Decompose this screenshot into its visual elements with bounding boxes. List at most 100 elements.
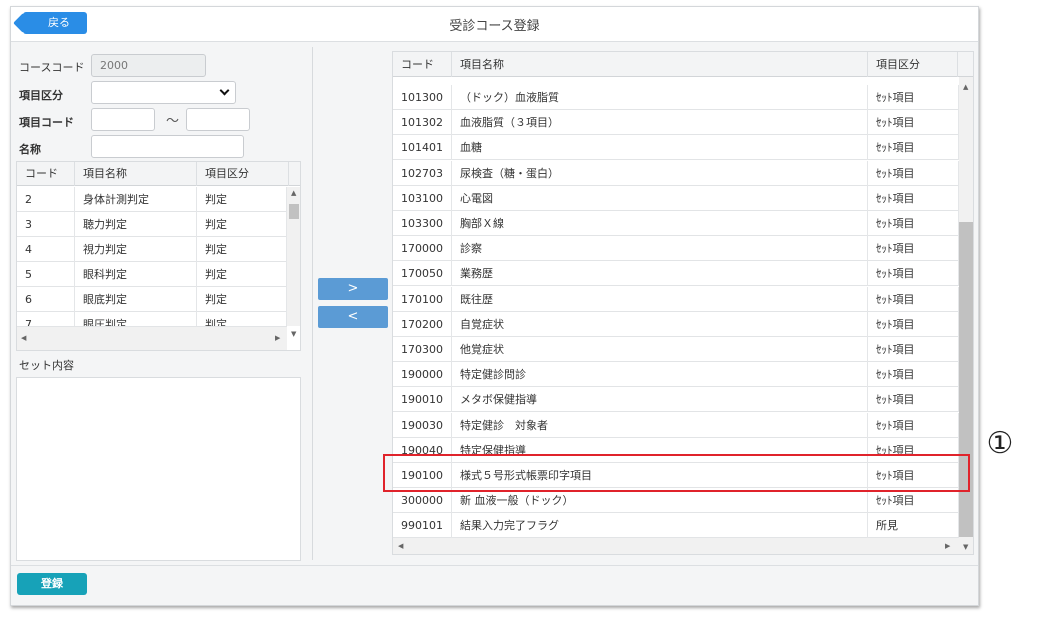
cell-code: 6: [17, 287, 75, 312]
range-separator: ～: [166, 114, 180, 129]
cell-name: （ドック）血液脂質: [452, 85, 868, 110]
annotation-highlight-box: [383, 454, 970, 492]
item-code-to-input[interactable]: [186, 108, 250, 131]
right-col-category[interactable]: 項目区分: [868, 52, 958, 77]
table-row[interactable]: 101401 血糖 ｾｯﾄ項目: [393, 135, 959, 161]
course-code-field: 2000: [91, 54, 206, 77]
cell-code: 7: [17, 312, 75, 326]
course-code-row: コースコード 2000: [16, 54, 306, 78]
table-row[interactable]: 3 聴力判定 判定: [17, 212, 287, 237]
table-row[interactable]: 101300 （ドック）血液脂質 ｾｯﾄ項目: [393, 85, 959, 110]
scroll-down-icon[interactable]: ▼: [291, 330, 296, 338]
cell-name: 尿検査（糖・蛋白）: [452, 160, 868, 186]
category-row: 項目区分: [16, 81, 306, 105]
table-row[interactable]: 101302 血液脂質（３項目） ｾｯﾄ項目: [393, 110, 959, 136]
cell-category: ｾｯﾄ項目: [868, 261, 959, 287]
table-row[interactable]: 6 眼底判定 判定: [17, 287, 287, 312]
cell-code: 101300: [393, 85, 452, 110]
right-col-code[interactable]: コード: [393, 52, 452, 77]
cell-name: 血糖: [452, 135, 868, 161]
table-row[interactable]: 170100 既往歴 ｾｯﾄ項目: [393, 286, 959, 312]
name-input[interactable]: [91, 135, 244, 158]
remove-item-button[interactable]: <: [318, 306, 388, 328]
item-code-label: 項目コード: [19, 116, 74, 129]
cell-code: 101401: [393, 135, 452, 161]
cell-category: ｾｯﾄ項目: [868, 211, 959, 236]
table-row[interactable]: 2 身体計測判定 判定: [17, 187, 287, 212]
left-col-category[interactable]: 項目区分: [197, 162, 289, 186]
register-button[interactable]: 登録: [17, 573, 87, 595]
cell-name: 心電図: [452, 185, 868, 211]
header: 戻る 受診コース登録: [11, 7, 978, 42]
item-code-row: 項目コード ～: [16, 108, 306, 132]
cell-code: 102703: [393, 160, 452, 186]
item-code-from-input[interactable]: [91, 108, 155, 131]
cell-code: 4: [17, 237, 75, 262]
table-row[interactable]: 7 眼圧判定 判定: [17, 312, 287, 327]
category-label: 項目区分: [19, 89, 63, 102]
cell-name: 眼底判定: [75, 287, 197, 312]
panel-divider[interactable]: [312, 47, 313, 560]
left-panel: コースコード 2000 項目区分 項目コード ～ 名称 コード 項目名称 項目区…: [16, 47, 308, 561]
set-content-box[interactable]: [16, 377, 301, 561]
cell-code: 2: [17, 187, 75, 212]
cell-code: 190010: [393, 387, 452, 413]
left-grid-vscrollbar[interactable]: ▲ ▼: [287, 187, 300, 338]
scroll-up-icon[interactable]: ▲: [291, 189, 296, 197]
footer-bar: 登録: [11, 565, 978, 605]
left-grid-vscroll-thumb[interactable]: [289, 204, 299, 219]
cell-code: 101302: [393, 110, 452, 136]
right-col-name[interactable]: 項目名称: [452, 52, 868, 77]
scroll-left-icon[interactable]: ◀: [21, 334, 26, 342]
left-grid-header: コード 項目名称 項目区分: [17, 162, 300, 186]
table-row[interactable]: 170000 診察 ｾｯﾄ項目: [393, 236, 959, 262]
right-grid-hscrollbar[interactable]: ◀ ▶: [393, 538, 959, 554]
course-code-label: コースコード: [19, 61, 85, 74]
cell-category: 判定: [197, 187, 287, 212]
cell-name: 結果入力完了フラグ: [452, 513, 868, 539]
cell-name: 自覚症状: [452, 311, 868, 337]
left-col-code[interactable]: コード: [17, 162, 75, 186]
table-row[interactable]: 190000 特定健診問診 ｾｯﾄ項目: [393, 362, 959, 388]
scroll-right-icon[interactable]: ▶: [275, 334, 280, 342]
cell-code: 170000: [393, 236, 452, 262]
category-select[interactable]: [91, 81, 236, 104]
cell-name: 胸部Ｘ線: [452, 211, 868, 236]
scroll-up-icon[interactable]: ▲: [963, 83, 968, 91]
cell-category: 判定: [197, 212, 287, 237]
cell-category: ｾｯﾄ項目: [868, 185, 959, 211]
cell-name: 眼圧判定: [75, 312, 197, 326]
cell-category: ｾｯﾄ項目: [868, 135, 959, 161]
scroll-down-icon[interactable]: ▼: [963, 543, 968, 551]
table-row[interactable]: 170050 業務歴 ｾｯﾄ項目: [393, 261, 959, 287]
cell-name: 聴力判定: [75, 212, 197, 237]
cell-category: ｾｯﾄ項目: [868, 412, 959, 438]
table-row[interactable]: 170300 他覚症状 ｾｯﾄ項目: [393, 337, 959, 362]
table-row[interactable]: 103300 胸部Ｘ線 ｾｯﾄ項目: [393, 211, 959, 236]
cell-name: 既往歴: [452, 286, 868, 312]
left-item-grid: コード 項目名称 項目区分 2 身体計測判定 判定 3 聴力判定 判定 4 視力…: [16, 161, 301, 351]
table-row[interactable]: 190010 メタボ保健指導 ｾｯﾄ項目: [393, 387, 959, 413]
cell-code: 170050: [393, 261, 452, 287]
add-item-button[interactable]: >: [318, 278, 388, 300]
table-row[interactable]: 170200 自覚症状 ｾｯﾄ項目: [393, 311, 959, 337]
table-row[interactable]: 102703 尿検査（糖・蛋白） ｾｯﾄ項目: [393, 160, 959, 186]
table-row[interactable]: 5 眼科判定 判定: [17, 262, 287, 287]
cell-category: ｾｯﾄ項目: [868, 387, 959, 413]
table-row[interactable]: 103100 心電図 ｾｯﾄ項目: [393, 185, 959, 211]
cell-name: 眼科判定: [75, 262, 197, 287]
table-row[interactable]: 190030 特定健診 対象者 ｾｯﾄ項目: [393, 412, 959, 438]
table-row[interactable]: 990101 結果入力完了フラグ 所見: [393, 513, 959, 539]
cell-code: 170100: [393, 286, 452, 312]
table-row[interactable]: 4 視力判定 判定: [17, 237, 287, 262]
annotation-marker: ①: [986, 426, 1014, 461]
cell-code: 5: [17, 262, 75, 287]
scroll-right-icon[interactable]: ▶: [945, 542, 950, 550]
cell-code: 190000: [393, 362, 452, 388]
left-grid-hscrollbar[interactable]: ◀ ▶: [17, 327, 287, 350]
left-col-name[interactable]: 項目名称: [75, 162, 197, 186]
scroll-left-icon[interactable]: ◀: [398, 542, 403, 550]
set-content-label: セット内容: [19, 359, 74, 372]
chevron-down-icon: [219, 85, 230, 96]
cell-category: ｾｯﾄ項目: [868, 337, 959, 362]
